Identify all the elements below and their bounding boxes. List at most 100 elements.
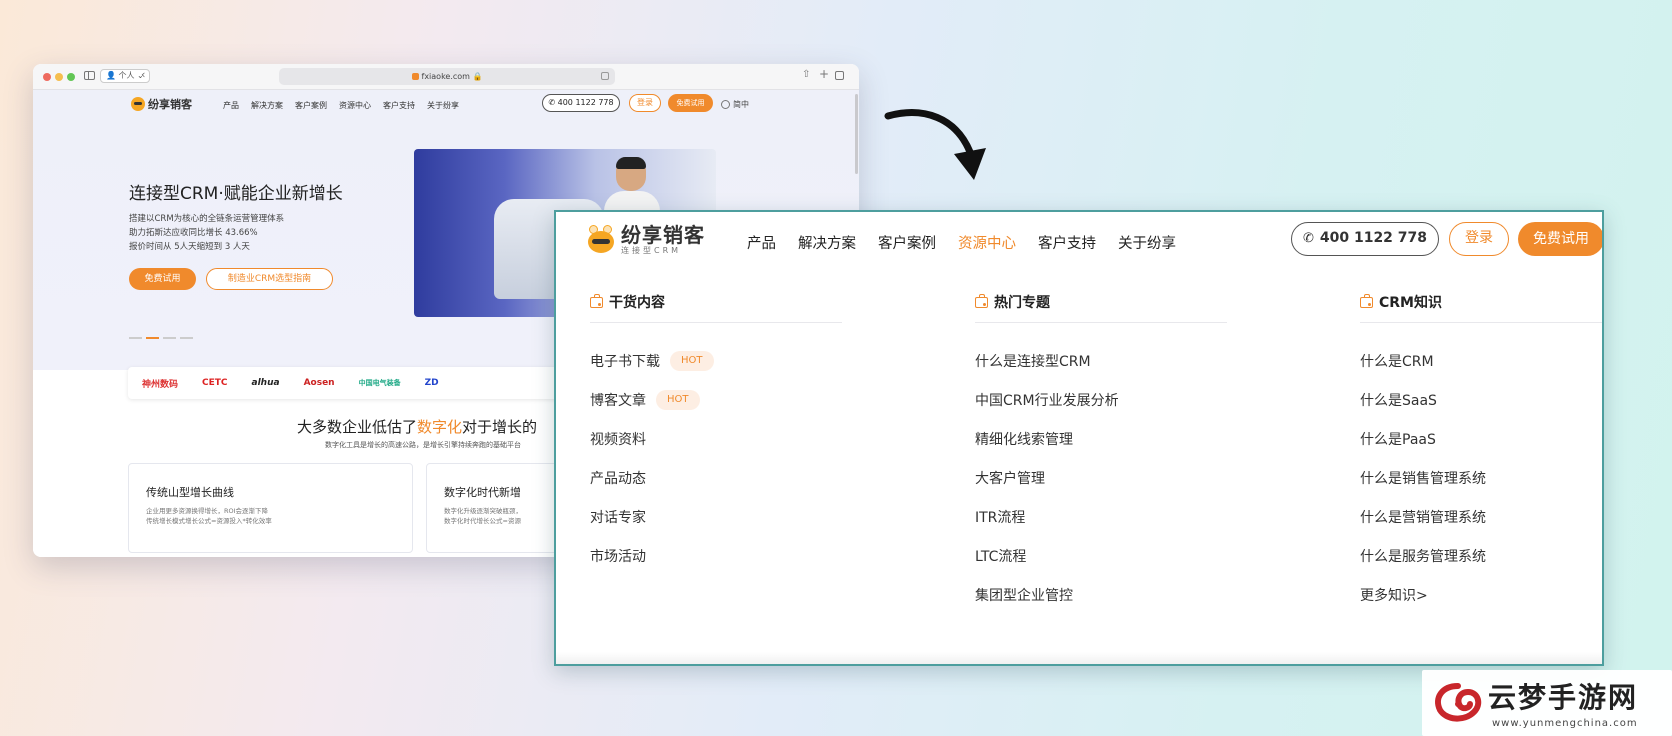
phone-number: 400 1122 778 (557, 98, 614, 107)
new-tab-icon[interactable]: + (819, 67, 829, 81)
card-title: 传统山型增长曲线 (146, 486, 234, 499)
menu-item[interactable]: 精细化线索管理 (975, 419, 1227, 458)
nav-support[interactable]: 客户支持 (1038, 232, 1096, 253)
menu-item-blog[interactable]: 博客文章 HOT (590, 380, 842, 419)
column-title: CRM知识 (1379, 295, 1442, 311)
column-divider (590, 322, 842, 323)
menu-item[interactable]: 集团型企业管控 (975, 575, 1227, 614)
site-logo[interactable]: 纷享销客 (131, 97, 192, 111)
menu-item[interactable]: 什么是PaaS (1360, 419, 1602, 458)
hero-line: 搭建以CRM为核心的全链条运营管理体系 (129, 214, 285, 224)
menu-item-more[interactable]: 更多知识> (1360, 575, 1602, 614)
brand-tagline: 连接型CRM (621, 246, 682, 255)
carousel-dot[interactable] (180, 337, 193, 339)
login-button[interactable]: 登录 (629, 94, 661, 112)
nav-resources[interactable]: 资源中心 (339, 100, 371, 111)
phone-button[interactable]: ✆ 400 1122 778 (542, 94, 620, 112)
brand-name: 纷享销客 (148, 97, 192, 111)
page-scrollbar[interactable] (855, 94, 858, 174)
menu-item-events[interactable]: 市场活动 (590, 536, 842, 575)
phone-icon: ✆ (1302, 231, 1314, 246)
menu-item-ebook[interactable]: 电子书下载 HOT (590, 341, 842, 380)
nav-about[interactable]: 关于纷享 (427, 100, 459, 111)
menu-column-content: 干货内容 电子书下载 HOT 博客文章 HOT 视频资料 产品动态 对话专家 市场活… (590, 292, 842, 575)
nav-about[interactable]: 关于纷享 (1118, 232, 1176, 253)
menu-item[interactable]: 什么是连接型CRM (975, 341, 1227, 380)
site-nav: 产品 解决方案 客户案例 资源中心 客户支持 关于纷享 (223, 100, 459, 111)
share-icon[interactable]: ⇧ (802, 69, 810, 80)
reader-mode-icon[interactable] (601, 72, 609, 80)
nav-resources-active[interactable]: 资源中心 (958, 232, 1016, 253)
free-trial-button[interactable]: 免费试用 (1518, 222, 1602, 256)
menu-item[interactable]: 什么是SaaS (1360, 380, 1602, 419)
partner-logo: CETC (202, 378, 228, 388)
nav-cases[interactable]: 客户案例 (878, 232, 936, 253)
nav-product[interactable]: 产品 (747, 232, 776, 253)
column-divider (975, 322, 1227, 323)
lock-icon: 🔒 (472, 72, 483, 81)
curved-arrow-icon (884, 109, 986, 180)
nav-cases[interactable]: 客户案例 (295, 100, 327, 111)
carousel-dot[interactable] (129, 337, 142, 339)
column-divider (1360, 322, 1602, 323)
hero-line: 报价时间从 5人天缩短到 3 人天 (129, 242, 250, 252)
panel-bottom-edge (556, 652, 1602, 664)
menu-item-video[interactable]: 视频资料 (590, 419, 842, 458)
watermark-url: www.yunmengchina.com (1492, 718, 1638, 729)
section-subtitle: 数字化工具是增长的高速公路，是增长引擎持续奔跑的基础平台 (325, 441, 521, 449)
menu-item-expert-talk[interactable]: 对话专家 (590, 497, 842, 536)
card-line: 传统增长模式增长公式=资源投入*转化效率 (146, 517, 272, 525)
section-title-highlight: 数字化 (417, 418, 463, 436)
minimize-window-button[interactable] (55, 73, 63, 81)
menu-item-product-news[interactable]: 产品动态 (590, 458, 842, 497)
partner-logo: ZD (424, 378, 439, 388)
hero-guide-button[interactable]: 制造业CRM选型指南 (206, 268, 333, 290)
zoom-window-button[interactable] (67, 73, 75, 81)
column-header: 热门专题 (975, 292, 1227, 312)
hero-description: 搭建以CRM为核心的全链条运营管理体系 助力拓斯达应收同比增长 43.66% 报… (129, 212, 284, 254)
zoomed-logo[interactable]: 纷享销客 连接型CRM (586, 224, 705, 256)
brand-name: 纷享销客 (621, 223, 705, 247)
menu-item[interactable]: 什么是服务管理系统 (1360, 536, 1602, 575)
nav-support[interactable]: 客户支持 (383, 100, 415, 111)
menu-item[interactable]: 中国CRM行业发展分析 (975, 380, 1227, 419)
menu-item[interactable]: ITR流程 (975, 497, 1227, 536)
phone-icon: ✆ (548, 98, 556, 107)
back-arrow-icon[interactable]: ‹ (141, 68, 145, 81)
login-button[interactable]: 登录 (1449, 222, 1509, 256)
growth-card[interactable]: 传统山型增长曲线 企业用更多资源换得增长，ROI会逐渐下降 传统增长模式增长公式… (128, 463, 413, 553)
menu-item[interactable]: 大客户管理 (975, 458, 1227, 497)
language-selector[interactable]: 简中 (721, 99, 749, 110)
partner-logo: 中国电气装备 (358, 379, 401, 387)
column-title: 热门专题 (994, 295, 1050, 311)
zoomed-nav: 产品 解决方案 客户案例 资源中心 客户支持 关于纷享 (747, 232, 1176, 253)
menu-item[interactable]: 什么是营销管理系统 (1360, 497, 1602, 536)
nav-product[interactable]: 产品 (223, 100, 239, 111)
column-header: 干货内容 (590, 292, 842, 312)
tab-overview-icon[interactable] (835, 71, 844, 80)
close-window-button[interactable] (43, 73, 51, 81)
url-text: fxiaoke.com (421, 72, 470, 81)
browser-toolbar: 👤 个人 ⌄ ‹ fxiaoke.com 🔒 ⇧ + (33, 64, 859, 90)
address-bar[interactable]: fxiaoke.com 🔒 (279, 68, 615, 85)
language-label: 简中 (733, 100, 749, 109)
carousel-dot[interactable] (163, 337, 176, 339)
hot-badge: HOT (670, 350, 714, 371)
carousel-dot-active[interactable] (146, 337, 159, 339)
bee-logo-icon (131, 97, 145, 111)
site-header: 纷享销客 产品 解决方案 客户案例 资源中心 客户支持 关于纷享 ✆ 400 1… (33, 90, 859, 120)
free-trial-button[interactable]: 免费试用 (668, 94, 713, 112)
menu-column-crm-knowledge: CRM知识 什么是CRM 什么是SaaS 什么是PaaS 什么是销售管理系统 什… (1360, 292, 1602, 614)
carousel-indicators (129, 337, 193, 339)
hero-trial-button[interactable]: 免费试用 (129, 268, 196, 290)
site-watermark: 云梦手游网 www.yunmengchina.com (1422, 670, 1672, 736)
sidebar-toggle-icon[interactable] (84, 71, 95, 80)
column-header: CRM知识 (1360, 292, 1602, 312)
menu-item[interactable]: 什么是销售管理系统 (1360, 458, 1602, 497)
nav-solutions[interactable]: 解决方案 (251, 100, 283, 111)
phone-button[interactable]: ✆ 400 1122 778 (1291, 222, 1439, 256)
menu-item[interactable]: 什么是CRM (1360, 341, 1602, 380)
hot-badge: HOT (656, 389, 700, 410)
menu-item[interactable]: LTC流程 (975, 536, 1227, 575)
nav-solutions[interactable]: 解决方案 (798, 232, 856, 253)
